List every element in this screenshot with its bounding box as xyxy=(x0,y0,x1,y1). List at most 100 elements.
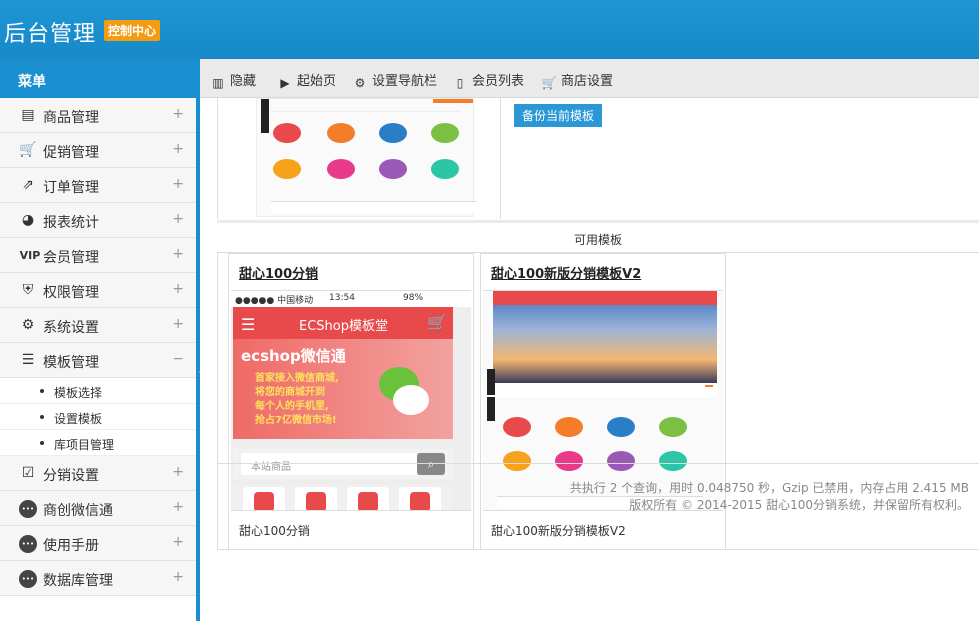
menu-title: 菜单 xyxy=(0,59,196,98)
template-name-link[interactable]: 甜心100分销 xyxy=(239,263,318,282)
query-stats: 共执行 2 个查询，用时 0.048750 秒，Gzip 已禁用，内存占用 2.… xyxy=(569,481,969,495)
phone-status-bar: ●●●●● 中国移动 13:54 98% xyxy=(231,291,471,307)
sidebar-item[interactable]: ◕ 报表统计 + xyxy=(0,203,196,238)
top-header: 后台管理 控制中心 xyxy=(0,0,979,59)
help-icon xyxy=(555,417,583,437)
notice-ticker xyxy=(493,383,717,397)
expand-toggle-icon[interactable]: + xyxy=(172,176,184,192)
distribution-icon xyxy=(431,123,459,143)
orange-strip xyxy=(433,99,473,103)
sidebar-subitem[interactable]: 设置模板 xyxy=(0,404,196,430)
app-header xyxy=(493,291,717,305)
sidebar-item[interactable]: ⛨ 权限管理 + xyxy=(0,273,196,308)
banner-line: 每个人的手机里, xyxy=(255,401,329,412)
sidebar-item-label: 数据库管理 xyxy=(43,573,113,589)
sidebar-subitem-label: 设置模板 xyxy=(54,412,103,426)
cart-icon: 🛒 xyxy=(19,142,37,158)
follow-tag xyxy=(487,397,495,421)
carrier-text: ●●●●● 中国移动 xyxy=(235,296,314,306)
template-caption: 甜心100分销 xyxy=(239,524,310,538)
sidebar-item-label: 模板管理 xyxy=(43,355,99,371)
sunset-banner xyxy=(493,305,717,383)
bullet-icon xyxy=(40,389,44,393)
toolbar-start-button[interactable]: ▶ 起始页 xyxy=(277,70,336,91)
sidebar: 菜单 ▤ 商品管理 + 🛒 促销管理 + ⇗ 订单管理 + ◕ 报表统计 + VIP 会员管理 + ⛨ 权限管理… xyxy=(0,59,196,621)
sidebar-subitem[interactable]: 模板选择 xyxy=(0,378,196,404)
banner-line: 首家接入微信商城, xyxy=(255,373,339,384)
time-text: 13:54 xyxy=(329,293,355,303)
shop-cart-icon: 🛒 xyxy=(541,76,557,90)
sidebar-subitem[interactable]: 库项目管理 xyxy=(0,430,196,456)
toolbar-start-label: 起始页 xyxy=(297,74,337,89)
app-header: ☰ ECShop模板堂 🛒 xyxy=(233,307,453,339)
more-icon: ••• xyxy=(19,535,37,553)
sidebar-item[interactable]: VIP 会员管理 + xyxy=(0,238,196,273)
expand-toggle-icon[interactable]: − xyxy=(172,351,184,367)
sidebar-subitem-label: 库项目管理 xyxy=(54,438,115,452)
checkbox-icon: ☑ xyxy=(21,465,35,481)
expand-toggle-icon[interactable]: + xyxy=(172,211,184,227)
sidebar-item[interactable]: ☑ 分销设置 + xyxy=(0,456,196,491)
main-content: 备份当前模板 可用模板 甜心100分销 ●●●●● 中国移动 13:54 98%… xyxy=(200,98,979,621)
sidebar-item[interactable]: ▤ 商品管理 + xyxy=(0,98,196,133)
contact-icon xyxy=(273,159,301,179)
expand-toggle-icon[interactable]: + xyxy=(172,316,184,332)
current-template-screenshot xyxy=(256,98,477,217)
toolbar: ▥ 隐藏 ▶ 起始页 ⚙ 设置导航栏 ▯ 会员列表 🛒 商店设置 xyxy=(200,59,979,98)
mini-bottom-nav xyxy=(271,201,477,213)
sidebar-item[interactable]: ••• 商创微信通 + xyxy=(0,491,196,526)
toolbar-shop-button[interactable]: 🛒 商店设置 xyxy=(541,70,614,91)
copyright: 版权所有 © 2014-2015 甜心100分销系统，并保留所有权利。 xyxy=(629,498,969,512)
control-center-badge[interactable]: 控制中心 xyxy=(104,20,161,41)
toolbar-members-label: 会员列表 xyxy=(472,74,525,89)
banner-title: ecshop微信通 xyxy=(241,347,346,365)
sidebar-item-label: 使用手册 xyxy=(43,538,99,554)
app-header-title: ECShop模板堂 xyxy=(299,319,388,334)
sidebar-item[interactable]: 🛒 促销管理 + xyxy=(0,133,196,168)
clipboard-icon: ▤ xyxy=(21,107,35,123)
columns-icon: ▥ xyxy=(212,76,224,90)
sidebar-item[interactable]: ⚙ 系统设置 + xyxy=(0,308,196,343)
toolbar-nav-button[interactable]: ⚙ 设置导航栏 xyxy=(352,70,437,91)
sidebar-item[interactable]: ••• 数据库管理 + xyxy=(0,561,196,596)
sidebar-item[interactable]: ☰ 模板管理 − xyxy=(0,343,196,378)
expand-toggle-icon[interactable]: + xyxy=(172,246,184,262)
expand-toggle-icon[interactable]: + xyxy=(172,141,184,157)
vip-icon: VIP xyxy=(19,249,41,262)
cart-icon: 🛒 xyxy=(427,313,447,332)
sidebar-item-label: 分销设置 xyxy=(43,468,99,484)
expand-toggle-icon[interactable]: + xyxy=(172,464,184,480)
sidebar-item[interactable]: ⇗ 订单管理 + xyxy=(0,168,196,203)
sidebar-item-label: 报表统计 xyxy=(43,215,99,231)
promo-banner: ecshop微信通 首家接入微信商城, 将您的商城开到 每个人的手机里, 抢占7… xyxy=(233,339,453,439)
pc-version-icon xyxy=(431,159,459,179)
toolbar-hide-button[interactable]: ▥ 隐藏 xyxy=(210,70,256,91)
expand-toggle-icon[interactable]: + xyxy=(172,534,184,550)
expand-toggle-icon[interactable]: + xyxy=(172,569,184,585)
user-center-icon xyxy=(607,417,635,437)
all-goods-icon xyxy=(273,123,301,143)
all-goods-icon xyxy=(503,417,531,437)
template-name-link[interactable]: 甜心100新版分销模板V2 xyxy=(491,263,641,282)
expand-toggle-icon[interactable]: + xyxy=(172,106,184,122)
banner-line: 将您的商城开到 xyxy=(255,387,325,398)
available-templates-header: 可用模板 xyxy=(217,220,979,253)
points-mall-icon xyxy=(379,159,407,179)
pie-chart-icon: ◕ xyxy=(21,212,35,228)
template-caption: 甜心100新版分销模板V2 xyxy=(491,524,626,538)
toolbar-nav-label: 设置导航栏 xyxy=(372,74,438,89)
backup-template-button[interactable]: 备份当前模板 xyxy=(514,104,603,127)
toolbar-members-button[interactable]: ▯ 会员列表 xyxy=(452,70,524,91)
bullet-icon xyxy=(40,415,44,419)
external-link-icon: ⇗ xyxy=(22,177,34,193)
expand-toggle-icon[interactable]: + xyxy=(172,499,184,515)
expand-toggle-icon[interactable]: + xyxy=(172,281,184,297)
sidebar-item-label: 会员管理 xyxy=(43,250,99,266)
sidebar-item-label: 商品管理 xyxy=(43,110,99,126)
app-title: 后台管理 xyxy=(4,22,97,47)
list-icon: ☰ xyxy=(21,352,35,368)
sidebar-item[interactable]: ••• 使用手册 + xyxy=(0,526,196,561)
menu-list: ▤ 商品管理 + 🛒 促销管理 + ⇗ 订单管理 + ◕ 报表统计 + VIP 会员管理 + ⛨ 权限管理 + ⚙ 系… xyxy=(0,98,196,596)
contact-tag xyxy=(487,369,495,395)
bullet-icon xyxy=(40,441,44,445)
